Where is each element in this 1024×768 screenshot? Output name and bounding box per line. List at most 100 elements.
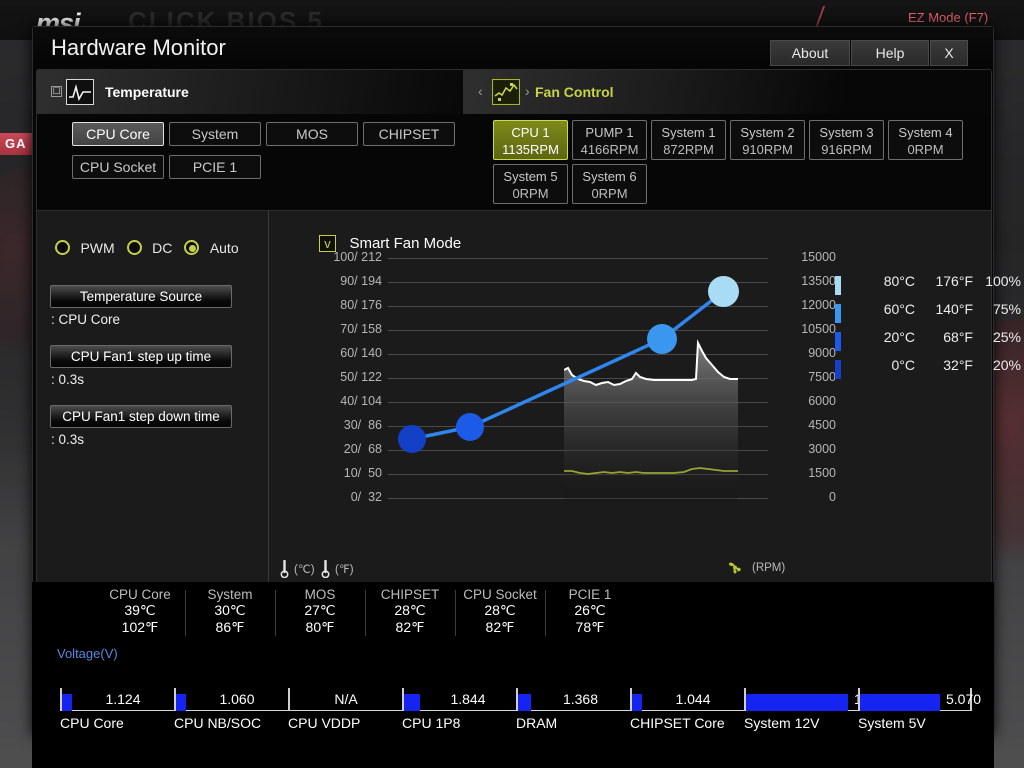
rpm-history-area [564, 343, 738, 501]
temperature-reading: PCIE 1 26℃ 78℉ [545, 587, 635, 636]
temp-tab-system[interactable]: System [169, 122, 261, 146]
fan-tab-system-5[interactable]: System 5 0RPM [493, 164, 568, 204]
voltage-value: 1.044 [675, 691, 711, 707]
voltage-name: System 12V [744, 715, 820, 731]
y-tick-label-rpm: 0 [829, 490, 836, 504]
curve-point-1[interactable] [398, 425, 426, 453]
radio-pwm[interactable]: PWM [55, 239, 127, 257]
y-tick-label-temperature: 10/ 50 [343, 466, 382, 480]
temperature-summary: CPU Core 39℃ 102℉ System 30℃ 86℉ MOS 27℃ 80℉ CHIP… [32, 582, 994, 648]
rpm-unit-label: (RPM) [752, 562, 786, 574]
fan-tab-system-6[interactable]: System 6 0RPM [572, 164, 647, 204]
sensor-fahrenheit: 78℉ [575, 619, 605, 635]
radio-dot-icon [55, 240, 70, 256]
fan-tab-system-1[interactable]: System 1 872RPM [651, 120, 726, 160]
about-button[interactable]: About [770, 40, 850, 66]
temp-tab-mos[interactable]: MOS [266, 122, 358, 146]
voltage-value: 5.070 [946, 691, 982, 707]
curve-point-2[interactable] [456, 413, 484, 441]
radio-auto[interactable]: Auto [184, 239, 250, 257]
step-up-time-button[interactable]: CPU Fan1 step up time [50, 345, 232, 368]
voltage-name: CPU VDDP [288, 715, 361, 731]
temperature-reading: System 30℃ 86℉ [185, 587, 275, 636]
fan-tab-pump-1[interactable]: PUMP 1 4166RPM [572, 120, 647, 160]
fan-tab-cpu-1[interactable]: CPU 1 1135RPM [493, 120, 568, 160]
fan-tab-rpm: 4166RPM [580, 142, 639, 157]
sensor-fahrenheit: 102℉ [121, 619, 159, 635]
legend-color-swatch [835, 304, 841, 323]
legend-duty-percent: 20% [992, 357, 1021, 373]
fan-tab-label: System 1 [661, 125, 716, 140]
temperature-collapse-checkbox[interactable]: ☐ [51, 86, 62, 97]
curve-point-3[interactable] [647, 324, 677, 354]
radio-label-dc: DC [152, 239, 173, 256]
voltage-section: Voltage(V) 1.124 CPU Core 1.060 CPU NB/SOC N… [32, 640, 994, 768]
step-down-time-value: : 0.3s [51, 432, 85, 447]
radio-dc[interactable]: DC [126, 239, 185, 257]
fan-tab-rpm: 0RPM [591, 186, 628, 201]
step-down-time-button[interactable]: CPU Fan1 step down time [50, 405, 232, 428]
next-section-arrow[interactable]: › [525, 83, 530, 99]
help-button[interactable]: Help [851, 40, 929, 66]
fan-curve-pane: v Smart Fan Mode 100/ 212 90/ 194 80/ 176 7… [270, 211, 1021, 593]
temp-tab-pcie-1[interactable]: PCIE 1 [169, 155, 261, 179]
sensor-fahrenheit: 80℉ [305, 619, 335, 635]
sensor-celsius: 39℃ [124, 602, 156, 618]
legend-celsius: 20°C [883, 329, 915, 345]
temperature-source-button[interactable]: Temperature Source [50, 285, 232, 308]
temperature-reading: CPU Core 39℃ 102℉ [95, 587, 185, 636]
voltage-value: 1.060 [219, 691, 255, 707]
voltage-name: CPU NB/SOC [174, 715, 262, 731]
sensor-name: PCIE 1 [568, 587, 612, 602]
y-tick-label-temperature: 40/ 104 [340, 394, 382, 408]
sensor-name: CPU Socket [463, 587, 537, 602]
fan-tab-rpm: 1135RPM [502, 142, 559, 157]
y-tick-label-temperature: 70/ 158 [340, 322, 382, 336]
celsius-unit-label: (℃) [294, 564, 315, 576]
voltage-value: 1.844 [450, 691, 486, 707]
close-button[interactable]: X [930, 40, 968, 66]
legend-celsius: 0°C [891, 357, 916, 373]
legend-color-swatch [835, 332, 841, 351]
temperature-source-value: : CPU Core [51, 312, 121, 327]
fan-tab-system-3[interactable]: System 3 916RPM [809, 120, 884, 160]
sensor-name: System [207, 587, 253, 602]
temp-tab-cpu-socket[interactable]: CPU Socket [72, 155, 164, 179]
legend-color-swatch [835, 276, 841, 295]
fan-settings-pane: PWM DC Auto Temperature Source : CPU Cor… [37, 211, 269, 593]
legend-celsius: 60°C [883, 301, 915, 317]
y-tick-label-temperature: 50/ 122 [340, 370, 382, 384]
legend-duty-percent: 25% [992, 329, 1021, 345]
temp-tab-cpu-core[interactable]: CPU Core [72, 122, 164, 146]
fan-tab-rpm: 0RPM [907, 142, 944, 157]
fan-curve-plot[interactable]: 100/ 212 90/ 194 80/ 176 70/ 158 60/ 140 50/ … [333, 250, 836, 504]
sensor-name: MOS [304, 587, 336, 602]
voltage-bar [404, 694, 420, 711]
window-title-bar: Hardware Monitor About Help X [33, 27, 993, 71]
thermometer-fahrenheit-icon [321, 559, 330, 579]
temperature-header-background [37, 70, 477, 114]
radio-dot-icon [126, 240, 142, 256]
ez-mode-button[interactable]: EZ Mode (F7) [908, 10, 988, 25]
fan-tab-label: CPU 1 [511, 125, 550, 140]
radio-label-auto: Auto [209, 239, 239, 256]
curve-point-4[interactable] [708, 276, 739, 307]
fan-tab-system-4[interactable]: System 4 0RPM [888, 120, 963, 160]
section-header-bar: ☐ Temperature ‹ › Fan Control [37, 70, 991, 114]
voltage-value: N/A [334, 691, 358, 707]
y-tick-label-rpm: 1500 [808, 466, 836, 480]
voltage-name: DRAM [516, 715, 558, 731]
prev-section-arrow[interactable]: ‹ [478, 83, 483, 99]
step-up-time-value: : 0.3s [51, 372, 85, 387]
fan-graph-icon [492, 79, 520, 105]
voltage-name: CPU 1P8 [402, 715, 461, 731]
temp-tab-chipset[interactable]: CHIPSET [363, 122, 455, 146]
voltage-bar [62, 694, 72, 711]
fan-mode-radio-group: PWM DC Auto [55, 239, 255, 257]
line-graph-icon [66, 79, 94, 105]
fan-tab-rpm: 916RPM [821, 142, 872, 157]
fan-control-header-background [463, 70, 843, 114]
fan-tab-system-2[interactable]: System 2 910RPM [730, 120, 805, 160]
voltage-title: Voltage(V) [57, 646, 118, 661]
fan-tab-label: System 4 [898, 125, 953, 140]
